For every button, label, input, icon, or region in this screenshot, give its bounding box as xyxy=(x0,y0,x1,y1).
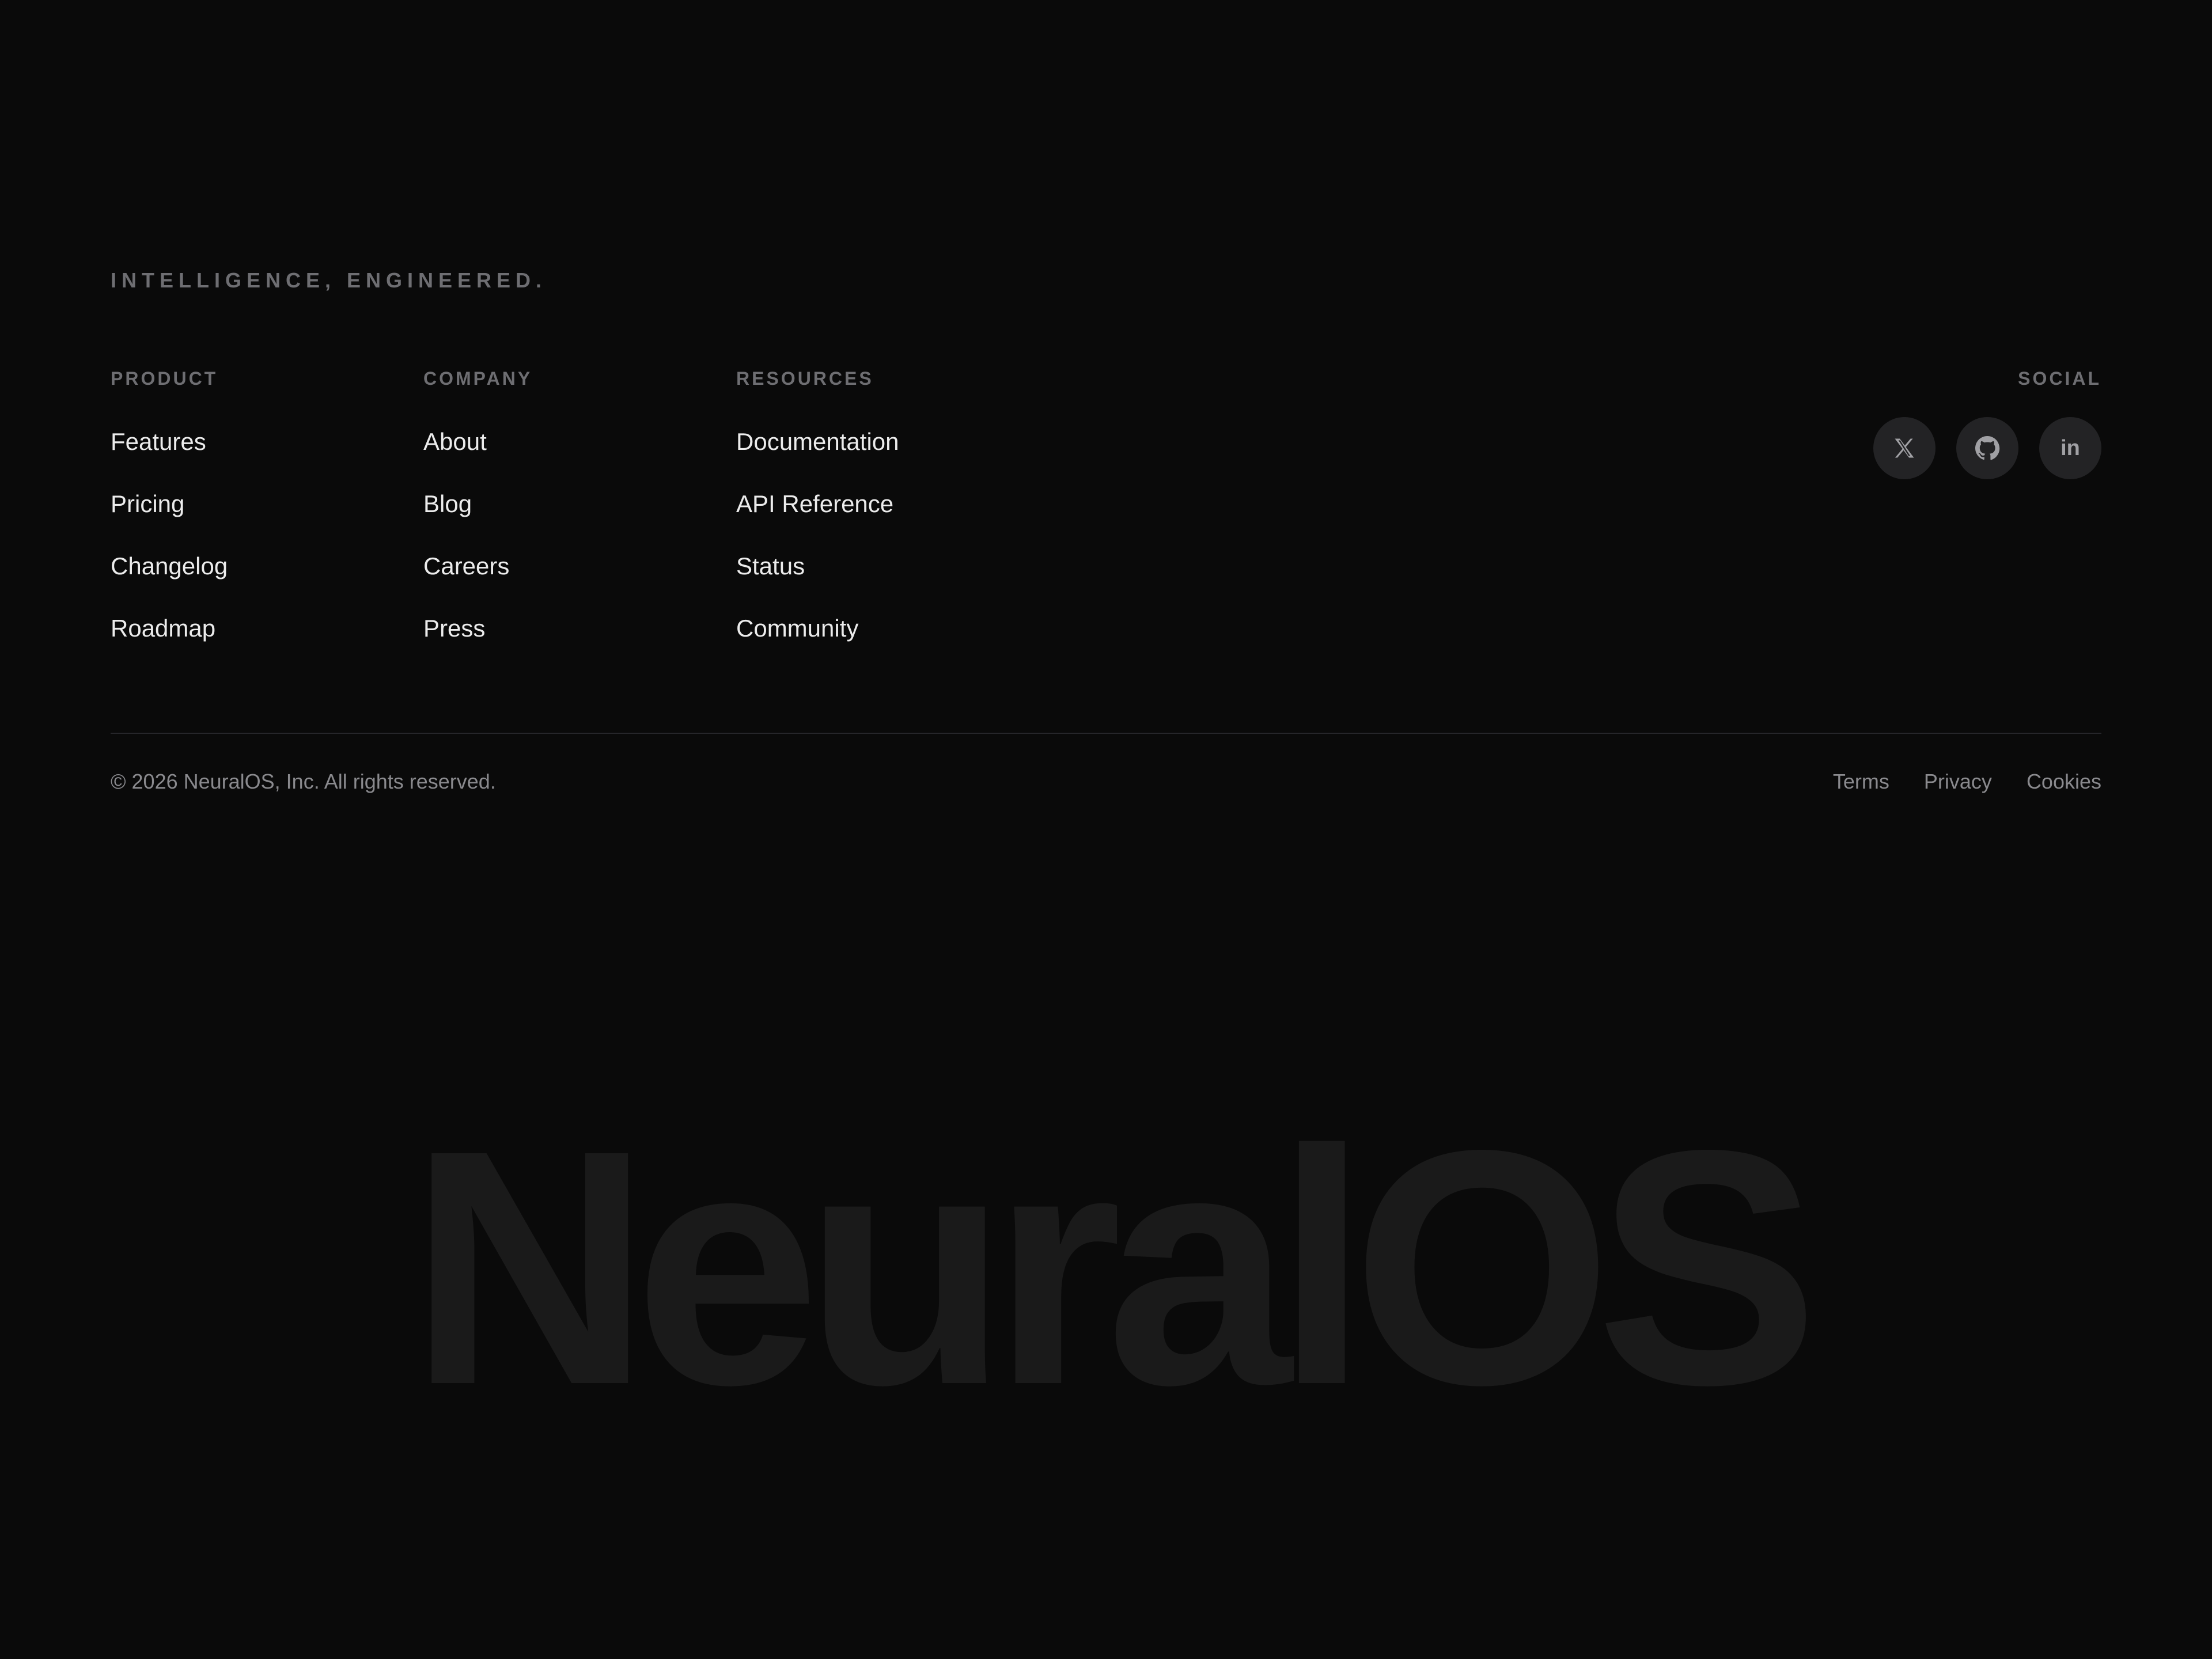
footer-divider xyxy=(111,733,2101,734)
column-heading-resources: RESOURCES xyxy=(736,368,874,389)
legal-link-terms[interactable]: Terms xyxy=(1833,769,1889,794)
footer-link-about[interactable]: About xyxy=(423,427,532,456)
footer-link-documentation[interactable]: Documentation xyxy=(736,427,899,456)
github-icon xyxy=(1975,436,2000,460)
footer-column-product: PRODUCT Features Pricing Changelog Roadm… xyxy=(111,368,228,676)
footer-link-api-reference[interactable]: API Reference xyxy=(736,490,899,518)
legal-links: Terms Privacy Cookies xyxy=(1833,769,2101,794)
footer-link-roadmap[interactable]: Roadmap xyxy=(111,614,228,643)
social-icon-row: in xyxy=(1873,417,2101,479)
footer-link-changelog[interactable]: Changelog xyxy=(111,552,228,581)
footer-link-pricing[interactable]: Pricing xyxy=(111,490,228,518)
footer-column-resources: RESOURCES Documentation API Reference St… xyxy=(736,368,899,676)
footer-link-blog[interactable]: Blog xyxy=(423,490,532,518)
social-x-button[interactable] xyxy=(1873,417,1936,479)
linkedin-icon: in xyxy=(2061,436,2080,460)
column-heading-company: COMPANY xyxy=(423,368,533,389)
footer-link-press[interactable]: Press xyxy=(423,614,532,643)
footer-link-community[interactable]: Community xyxy=(736,614,899,643)
legal-link-privacy[interactable]: Privacy xyxy=(1924,769,1992,794)
product-link-list: Features Pricing Changelog Roadmap xyxy=(111,427,228,643)
social-github-button[interactable] xyxy=(1956,417,2018,479)
footer-social: SOCIAL in xyxy=(1873,368,2101,479)
social-linkedin-button[interactable]: in xyxy=(2039,417,2101,479)
footer-column-company: COMPANY About Blog Careers Press xyxy=(423,368,532,676)
legal-link-cookies[interactable]: Cookies xyxy=(2027,769,2101,794)
footer-tagline: INTELLIGENCE, ENGINEERED. xyxy=(111,268,547,292)
column-heading-product: PRODUCT xyxy=(111,368,218,389)
footer-link-careers[interactable]: Careers xyxy=(423,552,532,581)
footer-link-status[interactable]: Status xyxy=(736,552,899,581)
brand-wordmark: NeuralOS xyxy=(409,1081,1819,1454)
copyright-text: © 2026 NeuralOS, Inc. All rights reserve… xyxy=(111,770,496,793)
company-link-list: About Blog Careers Press xyxy=(423,427,532,643)
column-heading-social: SOCIAL xyxy=(2018,368,2101,389)
resources-link-list: Documentation API Reference Status Commu… xyxy=(736,427,899,643)
x-icon xyxy=(1895,438,1914,458)
footer-link-features[interactable]: Features xyxy=(111,427,228,456)
